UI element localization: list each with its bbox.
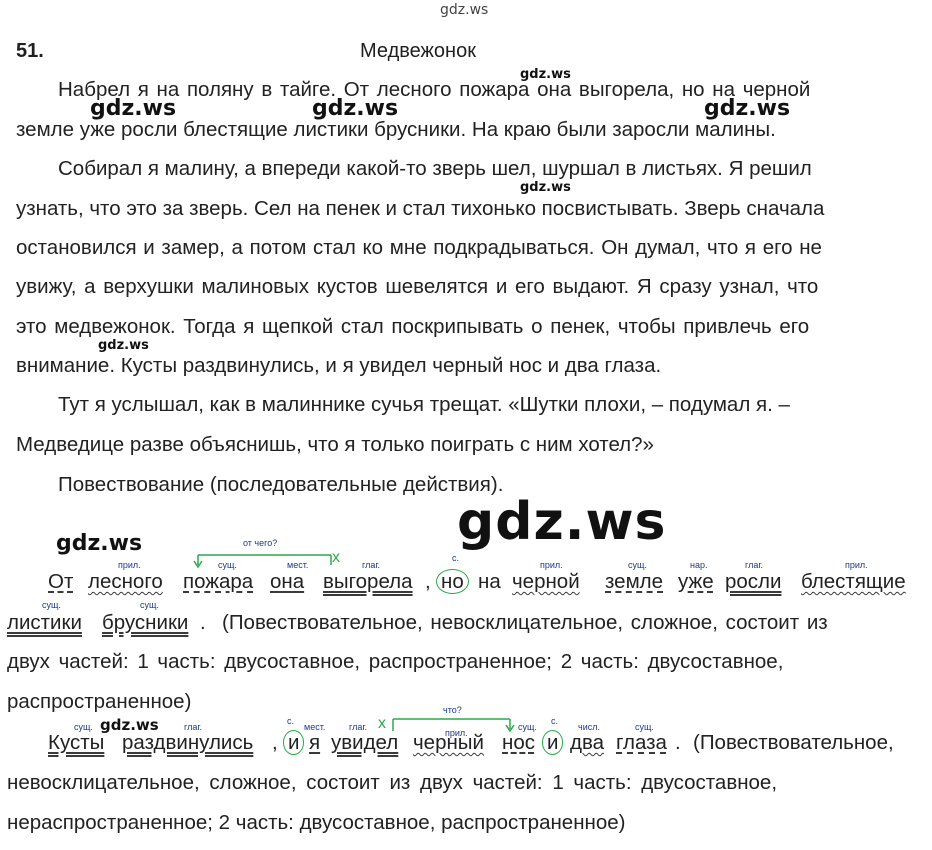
word: черной	[512, 570, 580, 593]
period: .	[675, 731, 681, 754]
pos-label: мест.	[287, 560, 309, 570]
analysis-description: (Повествовательное,	[693, 731, 894, 754]
question-arrow-1	[193, 554, 332, 569]
word: черный	[413, 731, 484, 754]
word: нос	[502, 731, 535, 754]
pos-label: прил.	[118, 560, 141, 570]
word: лесного	[88, 570, 163, 593]
word: Кусты	[48, 731, 105, 754]
conjunction-circled: и	[283, 730, 305, 755]
pos-label: глаг.	[362, 560, 381, 570]
pos-label: с.	[452, 553, 460, 563]
pos-label: прил.	[845, 560, 868, 570]
pos-label: сущ.	[218, 560, 237, 570]
word: брусники	[102, 611, 189, 634]
period: .	[200, 611, 206, 634]
analysis-description: нераспространенное; 2 часть: двусоставно…	[7, 811, 626, 834]
word: земле	[605, 570, 664, 593]
conjunction-circled: но	[436, 569, 469, 594]
word: росли	[725, 570, 782, 593]
analysis-description: невосклицательное, сложное, состоит из д…	[7, 771, 778, 794]
comma: ,	[425, 570, 431, 593]
comma: ,	[272, 731, 278, 754]
analysis-description: двух частей: 1 часть: двусоставное, расп…	[7, 650, 784, 673]
word: на	[478, 570, 501, 593]
word: листики	[7, 611, 82, 634]
word: блестящие	[801, 570, 906, 593]
analysis-description: (Повествовательное, невосклицательное, с…	[222, 611, 828, 634]
word: увидел	[331, 731, 399, 754]
pos-label: сущ.	[42, 600, 61, 610]
word: уже	[678, 570, 714, 593]
conjunction-circled: и	[542, 730, 564, 755]
question-label-2: что?	[443, 705, 462, 715]
word: она	[270, 570, 305, 593]
word: выгорела	[323, 570, 413, 593]
word: я	[309, 731, 321, 754]
word: раздвинулись	[122, 731, 254, 754]
word: От	[48, 570, 74, 593]
pos-label: глаг.	[745, 560, 764, 570]
pos-label: сущ.	[628, 560, 647, 570]
word: два	[570, 731, 605, 754]
cross-mark-2: x	[378, 715, 386, 732]
pos-label: нар.	[690, 560, 708, 570]
pos-label: прил.	[540, 560, 563, 570]
pos-label: с.	[287, 716, 295, 726]
cross-mark-1: x	[332, 549, 340, 566]
pos-label: сущ.	[140, 600, 159, 610]
word: глаза	[616, 731, 667, 754]
pos-label: с.	[551, 716, 559, 726]
question-label-1: от чего?	[243, 538, 278, 548]
word: пожара	[183, 570, 254, 593]
analysis-description: распространенное)	[7, 690, 192, 713]
